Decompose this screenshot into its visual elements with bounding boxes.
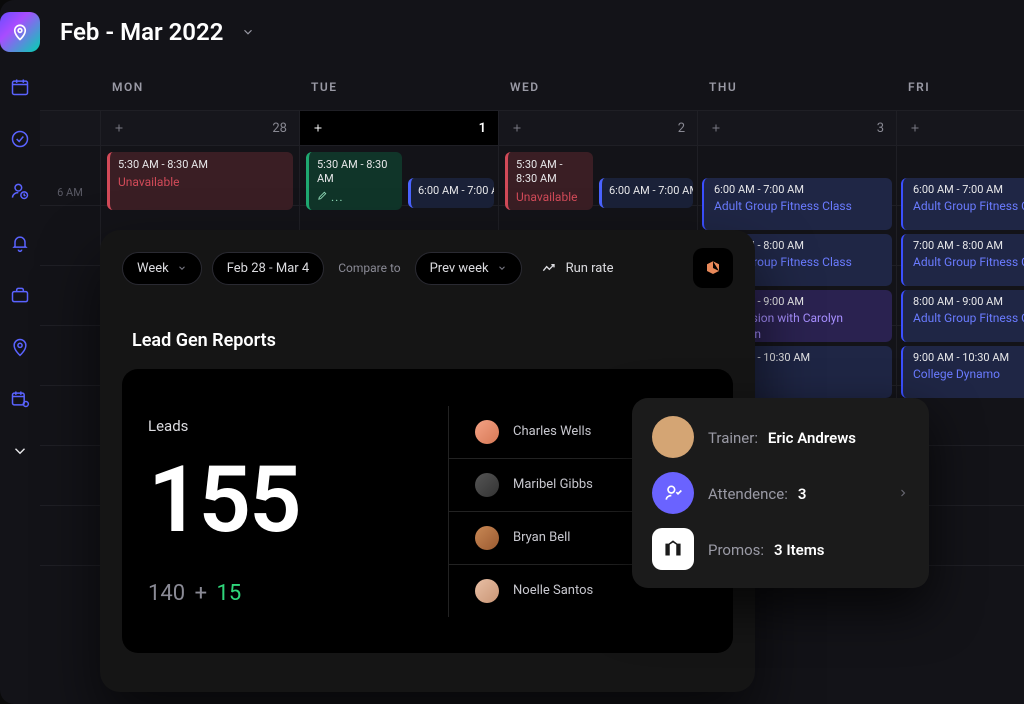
chevron-down-icon (11, 442, 29, 460)
avatar (475, 420, 499, 444)
calendar-slot[interactable]: 5:30 AM - 8:30 AM Unavailable 6:00 AM - … (498, 146, 697, 206)
chevron-right-icon (897, 487, 909, 499)
reports-toolbar: Week Feb 28 - Mar 4 Compare to Prev week… (100, 230, 755, 306)
title-dropdown[interactable] (241, 25, 255, 39)
nav-locations[interactable] (0, 330, 40, 364)
popover-promos-row[interactable]: Promos: 3 Items (652, 528, 909, 570)
date-cell[interactable]: 2 (498, 111, 697, 145)
popover-trainer-row: Trainer: Eric Andrews (652, 416, 909, 458)
calendar-slot[interactable]: 9:00 AM - 10:30 AM College Dynamo (896, 326, 1024, 386)
compare-selector[interactable]: Prev week (415, 252, 522, 285)
popover-attendance-row[interactable]: Attendence: 3 (652, 472, 909, 514)
nav-front-desk[interactable] (0, 226, 40, 260)
view-selector[interactable]: Week (122, 252, 202, 285)
nav-schedule-user[interactable] (0, 382, 40, 416)
calendar-slot[interactable]: 5:30 AM - 8:30 AM ... 6:00 AM - 7:00 AM (299, 146, 498, 206)
add-event-icon[interactable] (312, 122, 324, 134)
titlebar: Feb - Mar 2022 (40, 0, 1024, 64)
chevron-down-icon (177, 263, 187, 273)
chevron-down-icon (497, 263, 507, 273)
nav-members[interactable] (0, 174, 40, 208)
app-logo (0, 12, 40, 52)
leads-label: Leads (148, 417, 448, 435)
widget-picker[interactable] (693, 248, 733, 288)
weekday-label: MON (100, 80, 299, 94)
date-cell[interactable] (896, 111, 1024, 145)
bell-icon (10, 233, 30, 253)
check-circle-icon (10, 129, 30, 149)
calendar-date-row: 28 1 2 3 (40, 110, 1024, 146)
compare-label: Compare to (338, 261, 400, 275)
event-class[interactable]: 6:00 AM - 7:00 AM (408, 178, 494, 208)
avatar (475, 526, 499, 550)
briefcase-icon (10, 285, 30, 305)
nav-store[interactable] (0, 278, 40, 312)
calendar-slot[interactable]: 5:30 AM - 8:30 AM Unavailable (100, 146, 299, 206)
event-unavailable[interactable]: 5:30 AM - 8:30 AM Unavailable (107, 152, 293, 210)
event-available[interactable]: 5:30 AM - 8:30 AM ... (306, 152, 402, 210)
date-cell[interactable]: 3 (697, 111, 896, 145)
weekday-label: WED (498, 80, 697, 94)
sidebar (0, 0, 40, 704)
trainer-popover: Trainer: Eric Andrews Attendence: 3 Prom… (632, 398, 929, 588)
nav-expand[interactable] (0, 434, 40, 468)
add-event-icon[interactable] (909, 122, 921, 134)
date-cell[interactable]: 1 (299, 111, 498, 145)
calendar-slot[interactable]: 6:00 AM - 7:00 AM Adult Group Fitness Cl… (896, 146, 1024, 206)
calendar-user-icon (10, 389, 30, 409)
nav-calendar[interactable] (0, 70, 40, 104)
location-icon (10, 337, 30, 357)
event-unavailable[interactable]: 5:30 AM - 8:30 AM Unavailable (505, 152, 593, 210)
page-title: Feb - Mar 2022 (60, 18, 223, 46)
calendar-weekday-row: MON TUE WED THU FRI (40, 64, 1024, 110)
pin-icon (11, 23, 29, 41)
add-event-icon[interactable] (113, 122, 125, 134)
date-cell[interactable]: 28 (100, 111, 299, 145)
cube-icon (704, 259, 722, 277)
calendar-slot[interactable]: 6:00 AM - 7:00 AM Adult Group Fitness Cl… (697, 146, 896, 206)
calendar-slot[interactable]: 8:00 AM - 9:00 AM Adult Group Fitness Cl… (896, 266, 1024, 326)
event-class[interactable]: 6:00 AM - 7:00 AM (599, 178, 693, 208)
leads-delta: 140 + 15 (148, 581, 448, 606)
add-event-icon[interactable] (511, 122, 523, 134)
reports-title: Lead Gen Reports (132, 330, 755, 351)
weekday-label: FRI (896, 80, 1024, 94)
runrate-toggle[interactable]: Run rate (542, 261, 614, 276)
weekday-label: TUE (299, 80, 498, 94)
avatar (475, 473, 499, 497)
add-event-icon[interactable] (710, 122, 722, 134)
attendance-icon (652, 472, 694, 514)
range-selector[interactable]: Feb 28 - Mar 4 (212, 252, 324, 285)
leads-value: 155 (148, 455, 448, 547)
trend-icon (542, 262, 558, 274)
calendar-icon (10, 77, 30, 97)
pencil-icon (317, 190, 328, 201)
time-label: 6 AM (40, 146, 100, 206)
nav-tasks[interactable] (0, 122, 40, 156)
promo-icon (652, 528, 694, 570)
weekday-label: THU (697, 80, 896, 94)
avatar (652, 416, 694, 458)
avatar (475, 579, 499, 603)
user-clock-icon (10, 181, 30, 201)
calendar-slot[interactable]: 7:00 AM - 8:00 AM Adult Group Fitness Cl… (896, 206, 1024, 266)
